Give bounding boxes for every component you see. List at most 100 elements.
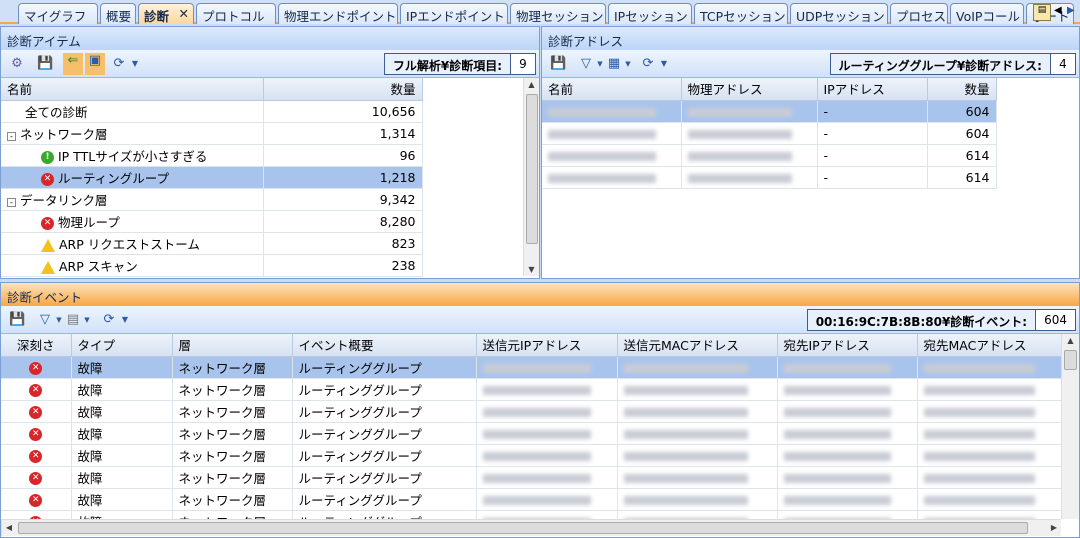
diagnosis-events-panel: 診断イベント 💾 ▽ ▼ ▤ ▼ ⟳ ▼ 00:16:9C:7B:8B:80¥診… bbox=[0, 282, 1080, 538]
summary-cell: ルーティンググループ bbox=[292, 400, 477, 423]
type-cell: 故障 bbox=[71, 422, 173, 445]
type-cell: 故障 bbox=[71, 444, 173, 467]
blurred-src-ip bbox=[476, 400, 618, 423]
event-row[interactable]: ✕故障ネットワーク層ルーティンググループ bbox=[1, 356, 1061, 379]
ip-address: - bbox=[817, 100, 928, 123]
event-row[interactable]: ✕故障ネットワーク層ルーティンググループ bbox=[1, 466, 1061, 489]
address-row[interactable]: -604 bbox=[542, 100, 997, 123]
tree-row[interactable]: ✕ ルーティングループ 1,218 bbox=[1, 166, 423, 189]
summary-cell: ルーティンググループ bbox=[292, 356, 477, 379]
close-tab-icon[interactable]: ✕ bbox=[179, 6, 189, 21]
severity-cell: ✕ bbox=[1, 488, 72, 511]
tab-scroll-right-icon[interactable]: ▶ bbox=[1067, 5, 1075, 16]
column-header-1[interactable]: タイプ bbox=[71, 334, 173, 357]
column-header-5[interactable]: 送信元MACアドレス bbox=[617, 334, 778, 357]
back-view-icon[interactable]: ⇐ bbox=[63, 53, 83, 75]
tab-list-icon[interactable]: ▤ bbox=[1033, 4, 1051, 21]
blurred-src-ip bbox=[476, 466, 618, 489]
column-header-0[interactable]: 深刻さ bbox=[1, 334, 72, 357]
column-header-ip-address[interactable]: IPアドレス bbox=[817, 78, 928, 101]
blurred-src-ip bbox=[476, 444, 618, 467]
event-row[interactable]: ✕故障ネットワーク層ルーティンググループ bbox=[1, 510, 1061, 519]
event-row[interactable]: ✕故障ネットワーク層ルーティンググループ bbox=[1, 488, 1061, 511]
address-row[interactable]: -604 bbox=[542, 122, 997, 145]
save-icon[interactable]: 💾 bbox=[9, 312, 25, 328]
dropdown-arrow-icon[interactable]: ▼ bbox=[79, 312, 95, 328]
address-row[interactable]: -614 bbox=[542, 166, 997, 189]
dropdown-arrow-icon[interactable]: ▼ bbox=[127, 56, 143, 72]
vertical-scrollbar[interactable]: ▲ bbox=[1061, 334, 1079, 519]
counter-value: 604 bbox=[1036, 310, 1075, 330]
tree-row[interactable]: ✕ 物理ループ 8,280 bbox=[1, 210, 423, 233]
item-name: 全ての診断 bbox=[25, 104, 88, 120]
tab-9[interactable]: UDPセッション bbox=[790, 3, 888, 24]
tab-7[interactable]: IPセッション bbox=[608, 3, 692, 24]
tab-1[interactable]: 概要 bbox=[100, 3, 136, 24]
tab-scroll-left-icon[interactable]: ◀ bbox=[1054, 5, 1062, 16]
tree-row[interactable]: ! IP TTLサイズが小さすぎる 96 bbox=[1, 144, 423, 167]
collapse-icon[interactable]: - bbox=[7, 131, 16, 141]
tab-11[interactable]: VoIPコール bbox=[950, 3, 1024, 24]
save-icon[interactable]: 💾 bbox=[37, 56, 53, 72]
counter-label: 00:16:9C:7B:8B:80¥診断イベント: bbox=[808, 310, 1037, 330]
counter-label: ルーティンググループ¥診断アドレス: bbox=[831, 54, 1051, 74]
blurred-dst-mac bbox=[917, 378, 1061, 401]
settings-gear-icon[interactable]: ⚙ bbox=[9, 56, 25, 72]
tree-row[interactable]: - ネットワーク層 1,314 bbox=[1, 122, 423, 145]
dropdown-arrow-icon[interactable]: ▼ bbox=[117, 312, 133, 328]
tree-row[interactable]: 全ての診断 10,656 bbox=[1, 100, 423, 123]
tab-2[interactable]: 診断 ✕ bbox=[138, 3, 194, 24]
address-table: 名前 物理アドレス IPアドレス 数量 -604-604-614-614 bbox=[542, 78, 997, 189]
layer-cell: ネットワーク層 bbox=[172, 510, 293, 519]
column-header-3[interactable]: イベント概要 bbox=[292, 334, 477, 357]
tab-6[interactable]: 物理セッション bbox=[510, 3, 606, 24]
address-row[interactable]: -614 bbox=[542, 144, 997, 167]
ip-address: - bbox=[817, 144, 928, 167]
refresh-icon[interactable]: ⟳ bbox=[101, 312, 117, 328]
blurred-dst-mac bbox=[917, 400, 1061, 423]
column-header-count[interactable]: 数量 bbox=[927, 78, 997, 101]
blurred-dst-ip bbox=[777, 400, 918, 423]
refresh-icon[interactable]: ⟳ bbox=[111, 56, 127, 72]
horizontal-scrollbar[interactable]: ◀ ▶ bbox=[1, 519, 1061, 536]
tree-row[interactable]: ARP リクエストストーム 823 bbox=[1, 232, 423, 255]
type-cell: 故障 bbox=[71, 356, 173, 379]
blurred-name bbox=[542, 122, 682, 145]
dropdown-arrow-icon[interactable]: ▼ bbox=[656, 56, 672, 72]
tab-5[interactable]: IPエンドポイント bbox=[400, 3, 508, 24]
column-header-2[interactable]: 層 bbox=[172, 334, 293, 357]
column-header-6[interactable]: 宛先IPアドレス bbox=[777, 334, 918, 357]
refresh-icon[interactable]: ⟳ bbox=[640, 56, 656, 72]
ip-address: - bbox=[817, 166, 928, 189]
summary-cell: ルーティンググループ bbox=[292, 488, 477, 511]
column-header-4[interactable]: 送信元IPアドレス bbox=[476, 334, 618, 357]
layer-cell: ネットワーク層 bbox=[172, 378, 293, 401]
tree-row[interactable]: ARP スキャン 238 bbox=[1, 254, 423, 277]
remote-view-icon[interactable]: ▣ bbox=[85, 53, 105, 75]
tab-10[interactable]: プロセス bbox=[890, 3, 948, 24]
layer-cell: ネットワーク層 bbox=[172, 488, 293, 511]
tab-3[interactable]: プロトコル bbox=[196, 3, 276, 24]
dropdown-arrow-icon[interactable]: ▼ bbox=[620, 56, 636, 72]
column-header-name[interactable]: 名前 bbox=[542, 78, 682, 101]
vertical-scrollbar[interactable]: ▲ ▼ bbox=[523, 78, 539, 276]
event-row[interactable]: ✕故障ネットワーク層ルーティンググループ bbox=[1, 422, 1061, 445]
item-name: ARP リクエストストーム bbox=[58, 236, 200, 252]
tree-row[interactable]: - データリンク層 9,342 bbox=[1, 188, 423, 211]
tab-4[interactable]: 物理エンドポイント bbox=[278, 3, 398, 24]
blurred-dst-mac bbox=[917, 510, 1061, 519]
blurred-physical-address bbox=[681, 166, 818, 189]
column-header-count[interactable]: 数量 bbox=[263, 78, 423, 101]
event-row[interactable]: ✕故障ネットワーク層ルーティンググループ bbox=[1, 378, 1061, 401]
event-row[interactable]: ✕故障ネットワーク層ルーティンググループ bbox=[1, 444, 1061, 467]
column-header-7[interactable]: 宛先MACアドレス bbox=[917, 334, 1061, 357]
tab-0[interactable]: マイグラフ bbox=[18, 3, 98, 24]
collapse-icon[interactable]: - bbox=[7, 197, 16, 207]
column-header-name[interactable]: 名前 bbox=[1, 78, 264, 101]
item-count: 1,218 bbox=[263, 166, 423, 189]
item-name: ARP スキャン bbox=[58, 258, 138, 274]
column-header-physical-address[interactable]: 物理アドレス bbox=[681, 78, 818, 101]
save-icon[interactable]: 💾 bbox=[550, 56, 566, 72]
tab-8[interactable]: TCPセッション bbox=[694, 3, 788, 24]
event-row[interactable]: ✕故障ネットワーク層ルーティンググループ bbox=[1, 400, 1061, 423]
